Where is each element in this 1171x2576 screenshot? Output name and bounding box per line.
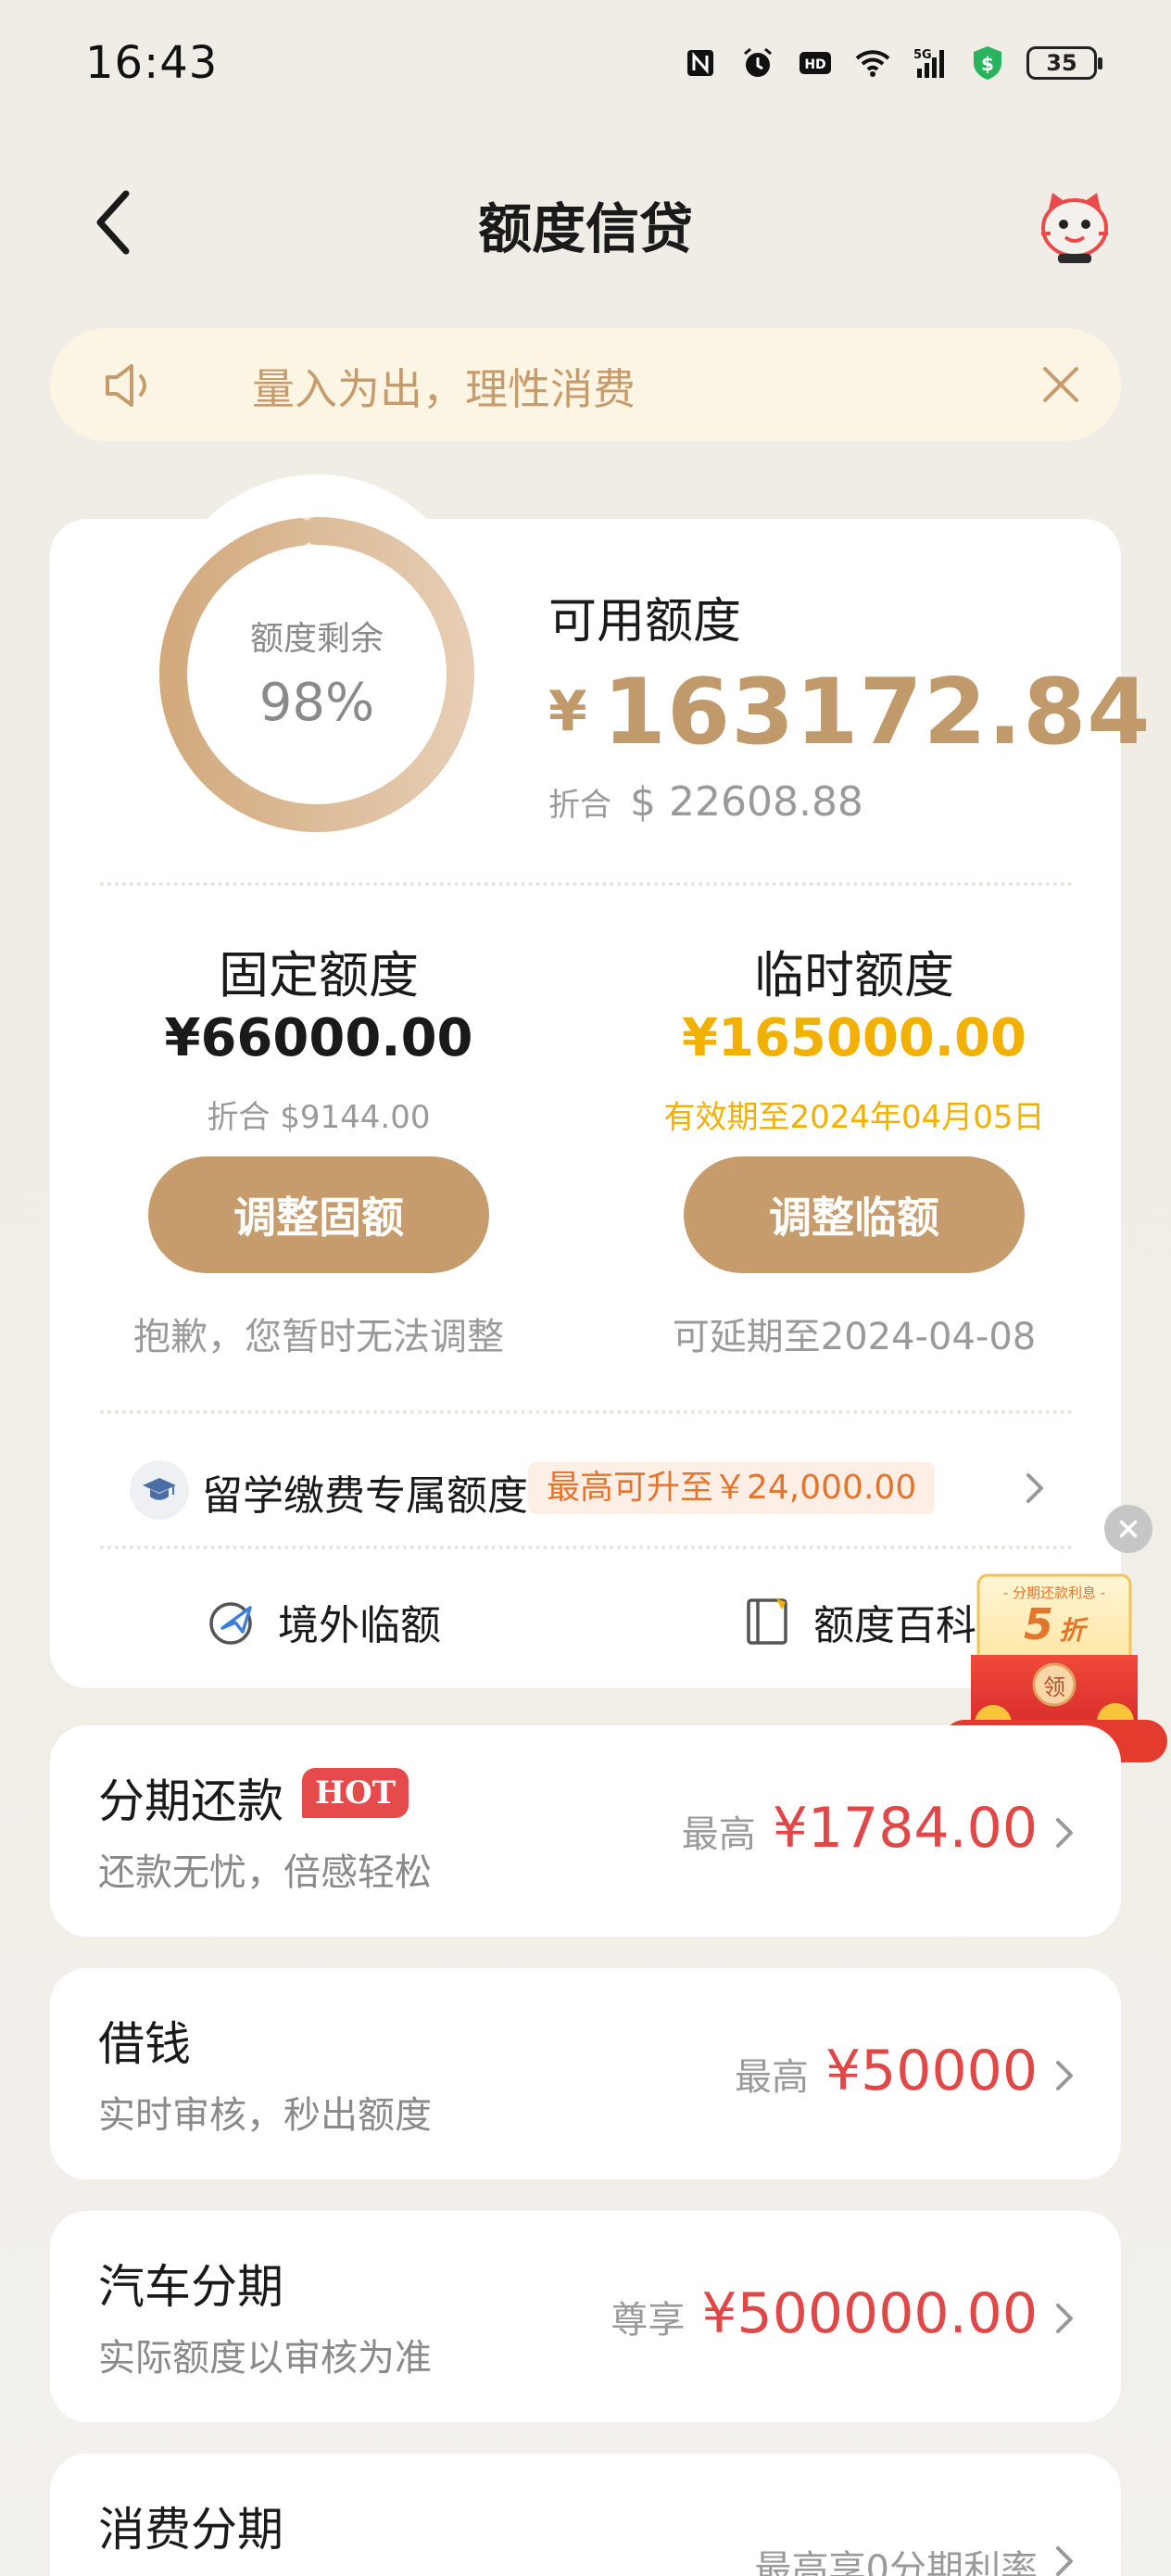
plane-globe-icon bbox=[209, 1602, 252, 1645]
available-label: 可用额度 bbox=[548, 594, 742, 650]
value-amount: ¥500000.00 bbox=[701, 2281, 1038, 2346]
installment-repay-value: 最高 ¥1784.00 bbox=[682, 1796, 1038, 1861]
divider bbox=[100, 1410, 1073, 1414]
study-abroad-label: 留学缴费专属额度 bbox=[202, 1472, 528, 1520]
converted-value: $ 22608.88 bbox=[630, 778, 863, 826]
available-converted: 折合 $ 22608.88 bbox=[548, 778, 863, 826]
notice-text: 量入为出，理性消费 bbox=[252, 364, 636, 414]
battery-icon: 35 bbox=[1026, 46, 1102, 80]
consumer-installment-title: 消费分期 bbox=[98, 2503, 283, 2557]
borrow-card[interactable]: 借钱 实时审核，秒出额度 最高 ¥50000 bbox=[50, 1968, 1121, 2179]
fixed-quota-converted: 折合 $9144.00 bbox=[207, 1099, 431, 1136]
installment-repay-card[interactable]: 分期还款 HOT 还款无忧，倍感轻松 最高 ¥1784.00 bbox=[50, 1725, 1121, 1937]
car-installment-card[interactable]: 汽车分期 实际额度以审核为准 尊享 ¥500000.00 bbox=[50, 2211, 1121, 2422]
speaker-icon bbox=[104, 361, 159, 410]
nfc-icon bbox=[682, 44, 719, 82]
promo-discount-unit: 折 bbox=[1059, 1615, 1086, 1646]
car-installment-title: 汽车分期 bbox=[98, 2260, 283, 2314]
promo-discount: 5折 bbox=[978, 1599, 1130, 1649]
overseas-temp-quota-link[interactable]: 境外临额 bbox=[206, 1592, 441, 1651]
temp-quota-validity: 有效期至2024年04月05日 bbox=[663, 1099, 1045, 1136]
graduation-cap-icon bbox=[130, 1460, 189, 1520]
promo-discount-value: 5 bbox=[1023, 1599, 1053, 1649]
adjust-fixed-button[interactable]: 调整固额 bbox=[148, 1156, 489, 1273]
hot-badge: HOT bbox=[302, 1768, 409, 1818]
value-amount: ¥1784.00 bbox=[772, 1796, 1038, 1861]
car-installment-value: 尊享 ¥500000.00 bbox=[611, 2281, 1038, 2346]
adjust-temp-button[interactable]: 调整临额 bbox=[684, 1156, 1025, 1273]
fixed-quota-note: 抱歉，您暂时无法调整 bbox=[133, 1316, 504, 1358]
status-icons: HD 5G $ 35 bbox=[682, 44, 1102, 82]
chevron-right-icon bbox=[1056, 2546, 1073, 2576]
value-amount: ¥50000 bbox=[825, 2039, 1038, 2103]
close-icon bbox=[1119, 1520, 1138, 1538]
consumer-installment-value: 最高享0分期利率 bbox=[755, 2539, 1038, 2576]
fixed-quota-title: 固定额度 bbox=[219, 946, 419, 1004]
status-time: 16:43 bbox=[85, 37, 219, 89]
installment-repay-title: 分期还款 bbox=[98, 1774, 283, 1828]
notice-close-button[interactable] bbox=[1038, 361, 1084, 408]
svg-text:HD: HD bbox=[804, 57, 825, 72]
currency-symbol: ¥ bbox=[548, 679, 588, 744]
promo-receive: 领 bbox=[1043, 1674, 1065, 1700]
car-installment-subtitle: 实际额度以审核为准 bbox=[98, 2337, 432, 2380]
svg-text:5G: 5G bbox=[913, 48, 932, 62]
mascot-button[interactable] bbox=[1032, 182, 1117, 267]
chevron-right-icon bbox=[1056, 1818, 1073, 1848]
alarm-icon bbox=[739, 44, 776, 82]
temp-quota-amount: ¥165000.00 bbox=[682, 1008, 1026, 1068]
shield-dollar-icon: $ bbox=[969, 44, 1006, 82]
wifi-icon bbox=[854, 44, 891, 82]
divider bbox=[100, 882, 1073, 886]
overseas-label: 境外临额 bbox=[278, 1602, 441, 1649]
promo-close-button[interactable] bbox=[1104, 1505, 1152, 1553]
ring-label: 额度剩余 bbox=[249, 620, 384, 658]
installment-repay-subtitle: 还款无忧，倍感轻松 bbox=[98, 1851, 432, 1894]
borrow-subtitle: 实时审核，秒出额度 bbox=[98, 2094, 432, 2137]
available-amount: ¥163172.84 bbox=[548, 660, 1152, 765]
value-prefix: 最高 bbox=[681, 1813, 756, 1856]
value-prefix: 尊享 bbox=[611, 2299, 686, 2342]
close-icon bbox=[1043, 367, 1078, 402]
chevron-right-icon bbox=[1056, 2061, 1073, 2090]
notice-bar: 量入为出，理性消费 bbox=[50, 328, 1121, 441]
divider bbox=[100, 1546, 1073, 1549]
converted-prefix: 折合 bbox=[548, 787, 611, 824]
borrow-title: 借钱 bbox=[98, 2017, 191, 2071]
consumer-installment-card[interactable]: 消费分期 最高享0分期利率 bbox=[50, 2454, 1121, 2576]
chevron-right-icon bbox=[1056, 2304, 1073, 2333]
mascot-icon bbox=[1041, 193, 1108, 263]
signal-5g-icon: 5G bbox=[912, 44, 949, 82]
battery-level: 35 bbox=[1046, 50, 1077, 76]
svg-text:$: $ bbox=[981, 53, 994, 75]
temp-quota-note: 可延期至2024-04-08 bbox=[672, 1316, 1037, 1358]
temp-quota-title: 临时额度 bbox=[754, 946, 954, 1004]
study-abroad-badge: 最高可升至￥24,000.00 bbox=[528, 1462, 936, 1514]
value-prefix: 最高 bbox=[734, 2056, 809, 2099]
available-value: 163172.84 bbox=[602, 660, 1152, 765]
hd-icon: HD bbox=[797, 44, 834, 82]
borrow-value: 最高 ¥50000 bbox=[735, 2039, 1038, 2103]
fixed-quota-amount: ¥66000.00 bbox=[164, 1008, 473, 1068]
value-prefix: 最高享0分期利率 bbox=[754, 2548, 1038, 2576]
ring-percent: 98% bbox=[258, 673, 375, 733]
chevron-right-icon bbox=[1026, 1473, 1043, 1503]
book-icon bbox=[747, 1598, 787, 1645]
page-title: 额度信贷 bbox=[477, 197, 693, 260]
